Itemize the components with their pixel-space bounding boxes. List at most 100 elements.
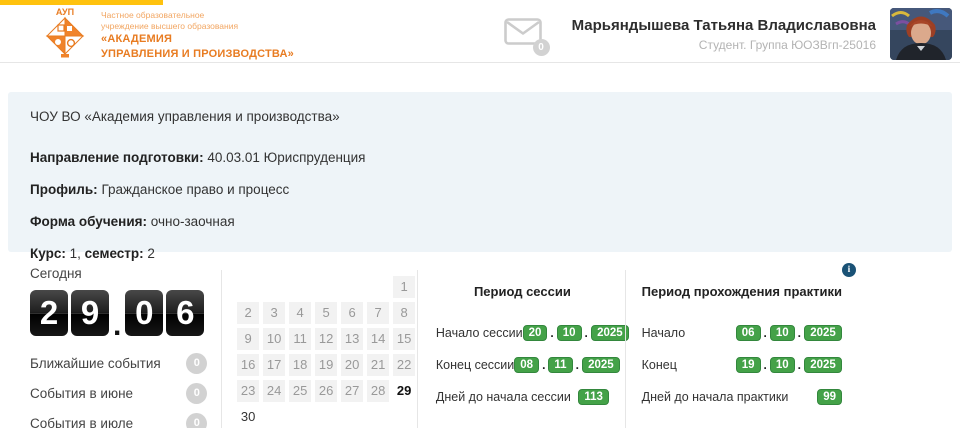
- event-row-upcoming[interactable]: Ближайшие события 0: [30, 348, 207, 378]
- calendar-day[interactable]: 11: [289, 328, 311, 350]
- calendar-day[interactable]: 4: [289, 302, 311, 324]
- user-meta[interactable]: Марьяндышева Татьяна Владиславовна Студе…: [572, 17, 876, 52]
- messages-count-badge: 0: [533, 39, 550, 56]
- clock-digit: 9: [71, 290, 109, 336]
- calendar-day[interactable]: 10: [263, 328, 285, 350]
- calendar-day[interactable]: 21: [367, 354, 389, 376]
- events-list: Ближайшие события 0 События в июне 0 Соб…: [30, 348, 207, 428]
- calendar-day[interactable]: 24: [263, 380, 285, 402]
- calendar-day[interactable]: 23: [237, 380, 259, 402]
- event-row-june[interactable]: События в июне 0: [30, 378, 207, 408]
- date-separator: .: [585, 326, 588, 340]
- date-separator: .: [576, 358, 579, 372]
- avatar-photo: [890, 8, 952, 60]
- event-label: События в июне: [30, 386, 133, 401]
- calendar-week: 30: [235, 404, 417, 428]
- calendar-week: 1: [235, 274, 417, 300]
- days-count-badge: 99: [817, 389, 842, 405]
- calendar-day[interactable]: 26: [315, 380, 337, 402]
- top-accent-bar: [0, 0, 163, 5]
- calendar-day-today[interactable]: 29: [393, 380, 415, 402]
- calendar-day[interactable]: 7: [367, 302, 389, 324]
- course-semester-row: Курс: 1, семестр: 2: [30, 245, 932, 262]
- calendar-day[interactable]: 3: [263, 302, 285, 324]
- event-row-july[interactable]: События в июле 0: [30, 408, 207, 428]
- user-avatar[interactable]: [890, 8, 952, 60]
- calendar-day[interactable]: 25: [289, 380, 311, 402]
- calendar-day[interactable]: 27: [341, 380, 363, 402]
- practice-start-label: Начало: [642, 326, 736, 340]
- calendar-day[interactable]: 8: [393, 302, 415, 324]
- calendar-day[interactable]: 20: [341, 354, 363, 376]
- brand-name-line1: «АКАДЕМИЯ: [101, 32, 294, 47]
- session-days-label: Дней до начала сессии: [436, 390, 578, 404]
- clock-digit: 0: [125, 290, 163, 336]
- date-month-badge: 10: [557, 325, 582, 341]
- session-start-row: Начало сессии 20 . 10 . 2025: [436, 323, 609, 342]
- calendar-day[interactable]: 17: [263, 354, 285, 376]
- calendar-day[interactable]: 16: [237, 354, 259, 376]
- profile-row: Профиль: Гражданское право и процесс: [30, 181, 932, 198]
- date-separator: .: [798, 358, 801, 372]
- academy-logo-icon: АУП: [38, 6, 92, 58]
- date-year-badge: 2025: [591, 325, 629, 341]
- brand-subtitle-line2: учреждение высшего образования: [101, 21, 294, 32]
- info-icon[interactable]: i: [842, 263, 856, 277]
- calendar-day[interactable]: 13: [341, 328, 363, 350]
- calendar-blank: [263, 276, 285, 298]
- calendar-day[interactable]: 9: [237, 328, 259, 350]
- svg-text:АУП: АУП: [56, 7, 74, 17]
- messages-button[interactable]: 0: [504, 18, 542, 50]
- course-label: Курс:: [30, 246, 66, 261]
- date-separator: .: [764, 358, 767, 372]
- course-value: 1,: [70, 246, 81, 261]
- event-count-badge: 0: [186, 413, 207, 428]
- calendar-week: 23 24 25 26 27 28 29: [235, 378, 417, 404]
- practice-end-date: 19 . 10 . 2025: [736, 357, 842, 373]
- calendar-day[interactable]: 30: [237, 406, 259, 428]
- date-day-badge: 06: [736, 325, 761, 341]
- calendar-day[interactable]: 28: [367, 380, 389, 402]
- date-day-badge: 08: [514, 357, 539, 373]
- calendar-day[interactable]: 22: [393, 354, 415, 376]
- study-form-label: Форма обучения:: [30, 214, 147, 229]
- event-label: Ближайшие события: [30, 356, 161, 371]
- study-form-row: Форма обучения: очно-заочная: [30, 213, 932, 230]
- date-month-badge: 10: [770, 325, 795, 341]
- practice-start-row: Начало 06 . 10 . 2025: [642, 323, 842, 342]
- academy-brand[interactable]: АУП Частное образовательное учреждение в…: [38, 6, 294, 62]
- practice-days-value-wrap: 99: [817, 389, 842, 405]
- semester-label: семестр:: [85, 246, 144, 261]
- calendar-day[interactable]: 12: [315, 328, 337, 350]
- clock-separator: .: [113, 316, 121, 336]
- header-right: 0 Марьяндышева Татьяна Владиславовна Сту…: [504, 8, 952, 60]
- direction-row: Направление подготовки: 40.03.01 Юриспру…: [30, 149, 932, 166]
- calendar-blank: [315, 276, 337, 298]
- practice-panel-title: Период прохождения практики: [642, 284, 842, 299]
- calendar-day[interactable]: 5: [315, 302, 337, 324]
- session-end-label: Конец сессии: [436, 358, 514, 372]
- session-period-panel: Период сессии Начало сессии 20 . 10 . 20…: [418, 262, 625, 428]
- calendar-day[interactable]: 2: [237, 302, 259, 324]
- practice-days-row: Дней до начала практики 99: [642, 387, 842, 406]
- date-day-badge: 20: [523, 325, 548, 341]
- calendar-day[interactable]: 1: [393, 276, 415, 298]
- calendar-day[interactable]: 18: [289, 354, 311, 376]
- date-separator: .: [798, 326, 801, 340]
- date-month-badge: 10: [770, 357, 795, 373]
- event-count-badge: 0: [186, 383, 207, 404]
- clock-digit: 2: [30, 290, 68, 336]
- brand-subtitle-line1: Частное образовательное: [101, 10, 294, 21]
- date-separator: .: [764, 326, 767, 340]
- calendar-day[interactable]: 6: [341, 302, 363, 324]
- calendar-day[interactable]: 19: [315, 354, 337, 376]
- date-year-badge: 2025: [804, 325, 842, 341]
- session-end-date: 08 . 11 . 2025: [514, 357, 620, 373]
- session-days-value-wrap: 113: [578, 389, 609, 405]
- calendar-day[interactable]: 15: [393, 328, 415, 350]
- user-name: Марьяндышева Татьяна Владиславовна: [572, 17, 876, 34]
- calendar-day[interactable]: 14: [367, 328, 389, 350]
- practice-period-panel: i Период прохождения практики Начало 06 …: [626, 262, 960, 428]
- days-count-badge: 113: [578, 389, 609, 405]
- calendar-blank: [341, 276, 363, 298]
